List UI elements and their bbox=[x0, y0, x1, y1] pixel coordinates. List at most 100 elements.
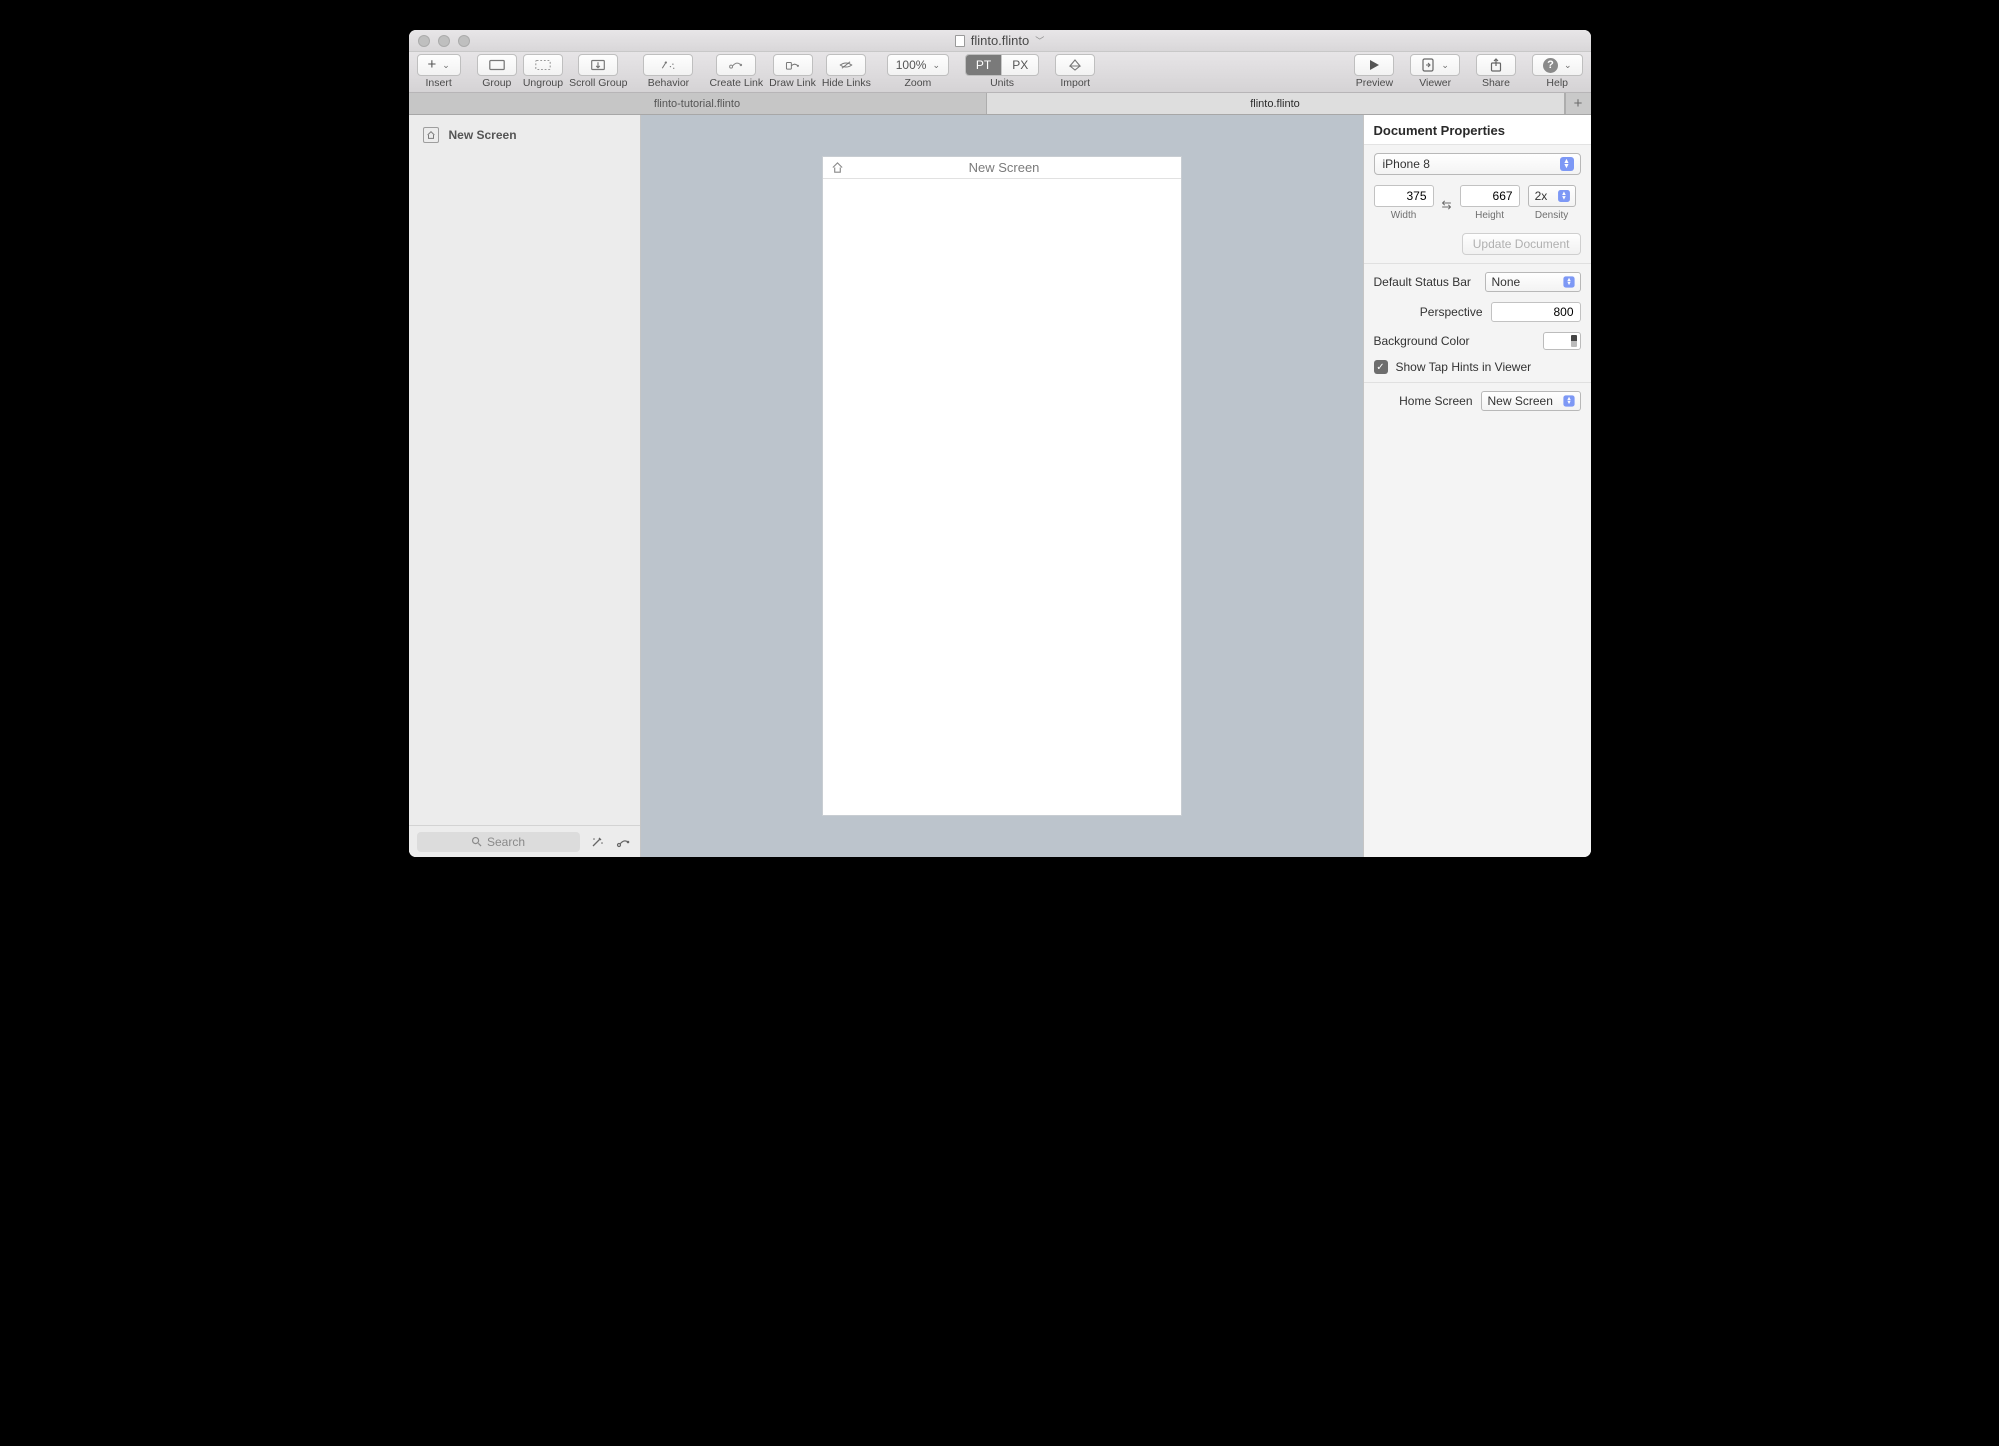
toolbar-hidelinks-group: Hide Links bbox=[822, 52, 871, 89]
units-segment: PT PX bbox=[965, 54, 1039, 76]
curve-tool-icon[interactable] bbox=[616, 835, 632, 849]
toolbar-share-group: Share bbox=[1476, 52, 1516, 89]
perspective-label: Perspective bbox=[1374, 305, 1483, 319]
updown-icon: ▲▼ bbox=[1563, 276, 1574, 287]
home-screen-label: Home Screen bbox=[1374, 394, 1473, 408]
document-tab-a[interactable]: flinto-tutorial.flinto bbox=[409, 93, 987, 114]
swap-dimensions-icon[interactable]: ⇆ bbox=[1442, 195, 1452, 212]
help-button[interactable]: ? ⌄ bbox=[1532, 54, 1583, 76]
update-document-button[interactable]: Update Document bbox=[1462, 233, 1581, 255]
background-color-well[interactable] bbox=[1543, 332, 1581, 350]
device-preset-value: iPhone 8 bbox=[1383, 157, 1430, 171]
toolbar-preview-group: Preview bbox=[1354, 52, 1394, 89]
screen-list-item[interactable]: New Screen bbox=[409, 121, 640, 149]
toolbar-drawlink-group: Draw Link bbox=[769, 52, 816, 89]
toolbar-createlink-group: Create Link bbox=[709, 52, 763, 89]
status-bar-value: None bbox=[1492, 275, 1521, 289]
help-icon: ? bbox=[1543, 58, 1558, 73]
ungroup-label: Ungroup bbox=[523, 77, 563, 89]
share-label: Share bbox=[1482, 77, 1510, 89]
inspector-title: Document Properties bbox=[1364, 115, 1591, 145]
share-button[interactable] bbox=[1476, 54, 1516, 76]
artboard[interactable]: New Screen bbox=[822, 156, 1182, 816]
minimize-window-button[interactable] bbox=[438, 35, 450, 47]
artboard-header: New Screen bbox=[823, 157, 1181, 179]
height-input[interactable] bbox=[1460, 185, 1520, 207]
width-label: Width bbox=[1391, 210, 1417, 221]
home-screen-select[interactable]: New Screen ▲▼ bbox=[1481, 391, 1581, 411]
document-size-section: iPhone 8 ▲▼ Width ⇆ Height 2x bbox=[1364, 145, 1591, 264]
insert-label: Insert bbox=[426, 77, 452, 89]
create-link-label: Create Link bbox=[709, 77, 763, 89]
import-label: Import bbox=[1060, 77, 1090, 89]
viewer-button[interactable]: ⌄ bbox=[1410, 54, 1460, 76]
zoom-window-button[interactable] bbox=[458, 35, 470, 47]
screen-item-label: New Screen bbox=[449, 128, 517, 142]
hide-links-label: Hide Links bbox=[822, 77, 871, 89]
height-label: Height bbox=[1475, 210, 1504, 221]
device-preset-select[interactable]: iPhone 8 ▲▼ bbox=[1374, 153, 1581, 175]
chevron-down-icon: ⌄ bbox=[1564, 60, 1572, 71]
units-px-button[interactable]: PX bbox=[1002, 55, 1038, 75]
zoom-label: Zoom bbox=[904, 77, 931, 89]
home-screen-section: Home Screen New Screen ▲▼ bbox=[1364, 383, 1591, 419]
search-input[interactable]: Search bbox=[417, 832, 580, 852]
status-bar-label: Default Status Bar bbox=[1374, 275, 1477, 289]
document-options-section: Default Status Bar None ▲▼ Perspective B… bbox=[1364, 264, 1591, 383]
draw-link-label: Draw Link bbox=[769, 77, 816, 89]
canvas[interactable]: New Screen bbox=[641, 115, 1363, 857]
traffic-lights bbox=[409, 35, 470, 47]
plus-icon: + bbox=[1574, 95, 1583, 112]
plus-icon: + bbox=[428, 60, 437, 70]
ungroup-button[interactable] bbox=[523, 54, 563, 76]
inspector: Document Properties iPhone 8 ▲▼ Width ⇆ … bbox=[1363, 115, 1591, 857]
density-select[interactable]: 2x ▲▼ bbox=[1528, 185, 1576, 207]
tap-hints-checkbox[interactable]: ✓ bbox=[1374, 360, 1388, 374]
create-link-button[interactable] bbox=[716, 54, 756, 76]
zoom-dropdown[interactable]: 100% ⌄ bbox=[887, 54, 949, 76]
draw-link-button[interactable] bbox=[773, 54, 813, 76]
group-button[interactable] bbox=[477, 54, 517, 76]
chevron-down-icon: ⌄ bbox=[1441, 60, 1449, 71]
updown-icon: ▲▼ bbox=[1560, 157, 1574, 171]
document-icon bbox=[955, 35, 965, 47]
viewer-label: Viewer bbox=[1419, 77, 1451, 89]
insert-button[interactable]: + ⌄ bbox=[417, 54, 461, 76]
new-tab-button[interactable]: + bbox=[1565, 93, 1591, 114]
document-tab-b[interactable]: flinto.flinto bbox=[987, 93, 1565, 114]
hide-links-button[interactable] bbox=[826, 54, 866, 76]
titlebar: flinto.flinto ﹀ bbox=[409, 30, 1591, 52]
toolbar-help-group: ? ⌄ Help bbox=[1532, 52, 1583, 89]
behavior-button[interactable] bbox=[643, 54, 693, 76]
status-bar-select[interactable]: None ▲▼ bbox=[1485, 272, 1581, 292]
help-label: Help bbox=[1546, 77, 1568, 89]
magic-wand-icon[interactable] bbox=[590, 835, 606, 849]
toolbar-viewer-group: ⌄ Viewer bbox=[1410, 52, 1460, 89]
toolbar-scrollgroup-group: Scroll Group bbox=[569, 52, 627, 89]
preview-label: Preview bbox=[1356, 77, 1393, 89]
tab-label: flinto-tutorial.flinto bbox=[654, 98, 740, 110]
toolbar-import-group: Import bbox=[1055, 52, 1095, 89]
toolbar-ungroup-group: Ungroup bbox=[523, 52, 563, 89]
sidebar-footer: Search bbox=[409, 825, 640, 857]
artboard-title[interactable]: New Screen bbox=[836, 160, 1173, 175]
updown-icon: ▲▼ bbox=[1558, 190, 1570, 202]
scroll-group-label: Scroll Group bbox=[569, 77, 627, 89]
perspective-input[interactable] bbox=[1491, 302, 1581, 322]
preview-button[interactable] bbox=[1354, 54, 1394, 76]
document-tabs: flinto-tutorial.flinto flinto.flinto + bbox=[409, 93, 1591, 115]
group-label: Group bbox=[482, 77, 511, 89]
units-label: Units bbox=[990, 77, 1014, 89]
import-button[interactable] bbox=[1055, 54, 1095, 76]
title-caret-icon[interactable]: ﹀ bbox=[1035, 34, 1044, 47]
close-window-button[interactable] bbox=[418, 35, 430, 47]
scroll-group-button[interactable] bbox=[578, 54, 618, 76]
behavior-label: Behavior bbox=[648, 77, 689, 89]
toolbar-zoom-group: 100% ⌄ Zoom bbox=[887, 52, 949, 89]
tap-hints-label: Show Tap Hints in Viewer bbox=[1396, 360, 1532, 374]
width-input[interactable] bbox=[1374, 185, 1434, 207]
tab-label: flinto.flinto bbox=[1250, 98, 1300, 110]
toolbar-behavior-group: Behavior bbox=[643, 52, 693, 89]
chevron-down-icon: ⌄ bbox=[442, 60, 450, 71]
units-pt-button[interactable]: PT bbox=[966, 55, 1002, 75]
